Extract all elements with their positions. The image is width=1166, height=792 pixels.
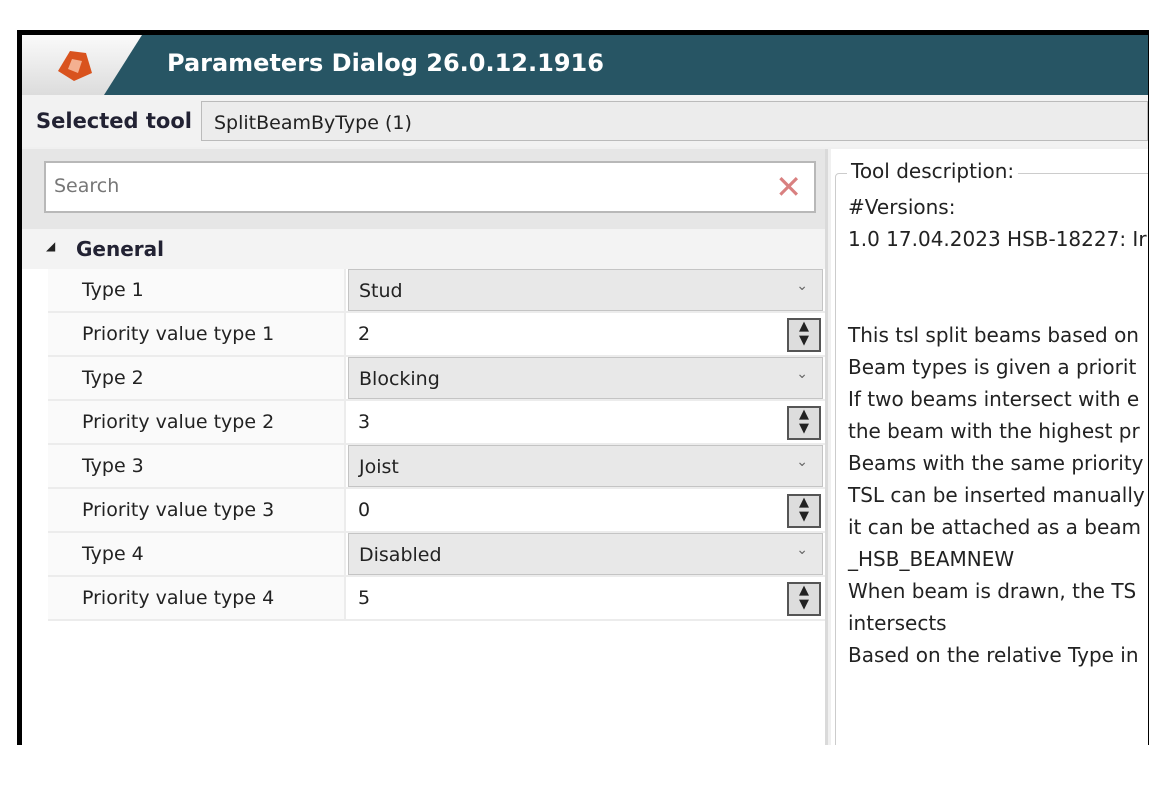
property-value: Joist [359, 456, 399, 478]
description-line: #Versions: [848, 195, 956, 219]
chevron-down-icon[interactable]: ⌄ [796, 542, 808, 558]
property-row: Type 1 Stud ⌄ [48, 269, 825, 313]
property-row: Priority value type 4 5 ▲ ▼ [48, 577, 825, 621]
property-dropdown[interactable]: Blocking ⌄ [348, 357, 823, 399]
description-line: TSL can be inserted manually [848, 483, 1145, 507]
collapse-triangle-icon[interactable]: ◢ [46, 239, 55, 253]
property-value: Blocking [359, 368, 440, 390]
description-line: intersects [848, 611, 947, 635]
property-row: Priority value type 2 3 ▲ ▼ [48, 401, 825, 445]
property-row: Type 2 Blocking ⌄ [48, 357, 825, 401]
property-dropdown[interactable]: Stud ⌄ [348, 269, 823, 311]
property-number-input[interactable]: 2 ▲ ▼ [348, 313, 823, 355]
property-value: Stud [359, 280, 403, 302]
spinner-icon[interactable]: ▲ ▼ [787, 494, 821, 528]
search-bar: Search ✕ [22, 149, 825, 229]
description-line: _HSB_BEAMNEW [848, 547, 1015, 571]
description-line: If two beams intersect with e [848, 387, 1140, 411]
title-bar: Parameters Dialog 26.0.12.1916 [22, 35, 1148, 95]
chevron-down-icon[interactable]: ⌄ [796, 366, 808, 382]
description-line [848, 255, 1147, 287]
window-title: Parameters Dialog 26.0.12.1916 [167, 49, 604, 77]
description-text: #Versions: 1.0 17.04.2023 HSB-18227: Ir Th… [848, 191, 1147, 671]
group-general[interactable]: ◢ General [22, 229, 825, 269]
description-line: Beams with the same priority [848, 451, 1144, 475]
search-placeholder: Search [54, 175, 120, 197]
property-name: Type 1 [48, 269, 346, 311]
property-row: Priority value type 3 0 ▲ ▼ [48, 489, 825, 533]
spinner-icon[interactable]: ▲ ▼ [787, 406, 821, 440]
app-logo-icon [58, 51, 92, 81]
property-row: Priority value type 1 2 ▲ ▼ [48, 313, 825, 357]
property-row: Type 4 Disabled ⌄ [48, 533, 825, 577]
selected-tool-label: Selected tool [36, 109, 192, 133]
property-dropdown[interactable]: Joist ⌄ [348, 445, 823, 487]
description-line: Beam types is given a priorit [848, 355, 1137, 379]
property-value: Disabled [359, 544, 442, 566]
property-number-input[interactable]: 3 ▲ ▼ [348, 401, 823, 443]
property-value: 5 [358, 587, 371, 609]
logo-area [22, 35, 142, 95]
property-name: Priority value type 2 [48, 401, 346, 443]
property-number-input[interactable]: 5 ▲ ▼ [348, 577, 823, 619]
selected-tool-field[interactable]: SplitBeamByType (1) [201, 101, 1148, 141]
description-line: the beam with the highest pr [848, 419, 1140, 443]
spinner-icon[interactable]: ▲ ▼ [787, 582, 821, 616]
property-row: Type 3 Joist ⌄ [48, 445, 825, 489]
property-name: Type 2 [48, 357, 346, 399]
property-dropdown[interactable]: Disabled ⌄ [348, 533, 823, 575]
description-line: This tsl split beams based on [848, 323, 1139, 347]
description-line: When beam is drawn, the TS [848, 579, 1137, 603]
property-value: 0 [358, 499, 371, 521]
property-number-input[interactable]: 0 ▲ ▼ [348, 489, 823, 531]
property-name: Type 4 [48, 533, 346, 575]
description-line: 1.0 17.04.2023 HSB-18227: Ir [848, 227, 1147, 251]
group-title: General [76, 237, 164, 261]
property-name: Priority value type 4 [48, 577, 346, 619]
description-line: it can be attached as a beam [848, 515, 1142, 539]
property-value: 3 [358, 411, 371, 433]
property-value: 2 [358, 323, 371, 345]
spinner-icon[interactable]: ▲ ▼ [787, 318, 821, 352]
description-panel: Tool description: #Versions: 1.0 17.04.20… [831, 149, 1148, 745]
chevron-down-icon[interactable]: ⌄ [796, 454, 808, 470]
search-input[interactable]: Search ✕ [44, 161, 816, 213]
property-name: Type 3 [48, 445, 346, 487]
description-label: Tool description: [847, 159, 1019, 183]
property-name: Priority value type 1 [48, 313, 346, 355]
selected-tool-row: Selected tool SplitBeamByType (1) [22, 95, 1148, 147]
property-name: Priority value type 3 [48, 489, 346, 531]
description-line: Based on the relative Type in [848, 643, 1139, 667]
close-icon[interactable]: ✕ [775, 169, 802, 205]
chevron-down-icon[interactable]: ⌄ [796, 278, 808, 294]
parameters-dialog: Parameters Dialog 26.0.12.1916 Selected … [22, 35, 1148, 745]
property-grid: Search ✕ ◢ General Type 1 Stud ⌄ Priority va… [22, 149, 828, 745]
description-line [848, 287, 1147, 319]
